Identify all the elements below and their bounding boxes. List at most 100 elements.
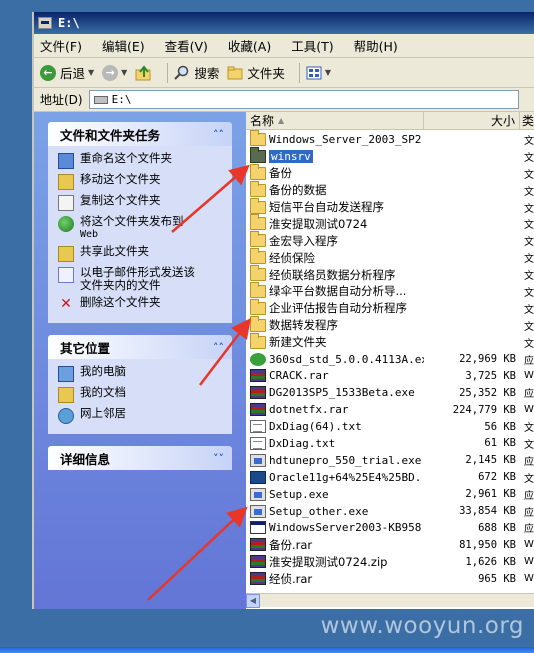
menu-edit[interactable]: 编辑(E): [102, 36, 145, 55]
file-name-text: 新建文件夹: [269, 335, 327, 350]
file-row[interactable]: 备份的数据 文: [246, 180, 534, 199]
my-computer-icon: [58, 366, 74, 382]
column-header-size[interactable]: 大小: [424, 112, 520, 129]
task-copy[interactable]: 复制这个文件夹: [58, 194, 224, 211]
file-rows: Windows_Server_2003_SP2... 文 winsrv 文备份文备份的…: [246, 129, 534, 587]
address-input[interactable]: E:\: [88, 90, 519, 109]
back-dropdown-icon[interactable]: ▼: [88, 68, 94, 77]
file-row[interactable]: DxDiag.txt 61 KB 文: [246, 435, 534, 452]
up-folder-button[interactable]: [135, 64, 153, 81]
file-row[interactable]: 淮安提取测试0724.zip 1,626 KB W: [246, 553, 534, 570]
file-row[interactable]: 经侦.rar 965 KB W: [246, 570, 534, 587]
other-places-header[interactable]: 其它位置 ˄˄: [48, 335, 232, 359]
file-name-text: DxDiag(64).txt: [269, 420, 362, 434]
task-rename[interactable]: 重命名这个文件夹: [58, 152, 224, 169]
task-share[interactable]: 共享此文件夹: [58, 245, 224, 262]
forward-dropdown-icon[interactable]: ▼: [121, 68, 127, 77]
file-row[interactable]: 360sd_std_5.0.0.4113A.exe 22,969 KB 应: [246, 351, 534, 368]
place-my-documents[interactable]: 我的文档: [58, 386, 224, 403]
title-bar[interactable]: E:\: [34, 12, 534, 34]
file-name: CRACK.rar: [269, 369, 424, 382]
views-dropdown-icon[interactable]: ▼: [325, 68, 331, 77]
file-row[interactable]: Windows_Server_2003_SP2... 文: [246, 129, 534, 148]
collapse-icon[interactable]: ˄˄: [213, 128, 224, 141]
file-row[interactable]: 企业评估报告自动分析程序 文: [246, 298, 534, 317]
file-row[interactable]: 短信平台自动发送程序 文: [246, 197, 534, 216]
task-label: 将这个文件夹发布到: [80, 214, 184, 228]
menu-bar: 文件(F) 编辑(E) 查看(V) 收藏(A) 工具(T) 帮助(H): [34, 34, 534, 58]
folder-icon: [250, 281, 266, 298]
details-title: 详细信息: [60, 451, 111, 467]
expand-icon[interactable]: ˅˅: [213, 452, 224, 465]
task-publish-web[interactable]: 将这个文件夹发布到 Web: [58, 215, 224, 241]
folder-icon: [250, 298, 266, 315]
file-name-text: 备份.rar: [269, 537, 313, 552]
file-row[interactable]: hdtunepro_550_trial.exe 2,145 KB 应: [246, 452, 534, 469]
file-size: 81,950 KB: [459, 538, 516, 551]
file-row[interactable]: 金宏导入程序 文: [246, 231, 534, 249]
file-row[interactable]: DG2013SP5_1533Beta.exe 25,352 KB 应: [246, 384, 534, 401]
menu-favorites[interactable]: 收藏(A): [228, 36, 271, 55]
file-row[interactable]: 数据转发程序 文: [246, 315, 534, 334]
file-type: W: [524, 404, 534, 416]
views-icon: [306, 66, 322, 79]
file-row[interactable]: 备份.rar 81,950 KB W: [246, 536, 534, 553]
back-arrow-icon: ←: [40, 64, 56, 81]
window-title: E:\: [58, 16, 80, 30]
file-row[interactable]: 淮安提取测试0724 文: [246, 214, 534, 232]
file-name: winsrv: [269, 149, 424, 163]
task-delete[interactable]: ✕ 删除这个文件夹: [58, 296, 224, 313]
column-header-type[interactable]: 类: [520, 112, 534, 129]
file-size: 3,725 KB: [465, 369, 516, 382]
file-row[interactable]: Oracle11g+64%25E4%25BD... 672 KB 文: [246, 469, 534, 486]
menu-view[interactable]: 查看(V): [165, 36, 208, 55]
task-email[interactable]: 以电子邮件形式发送该 文件夹内的文件: [58, 266, 224, 292]
folders-button[interactable]: 文件夹: [227, 63, 285, 82]
file-size: 61 KB: [484, 437, 516, 450]
file-name-text: WindowsServer2003-KB958...: [269, 521, 424, 535]
folder-icon: [250, 332, 266, 349]
file-row[interactable]: 经侦联络员数据分析程序 文: [246, 265, 534, 283]
file-row[interactable]: Setup_other.exe 33,854 KB 应: [246, 503, 534, 520]
place-network[interactable]: 网上邻居: [58, 407, 224, 424]
horizontal-scrollbar[interactable]: ◀: [246, 593, 534, 608]
task-sublabel: 文件夹内的文件: [80, 278, 161, 292]
file-name: 淮安提取测试0724.zip: [269, 554, 424, 570]
file-name: hdtunepro_550_trial.exe: [269, 454, 424, 467]
scroll-left-icon[interactable]: ◀: [246, 593, 260, 608]
file-row[interactable]: dotnetfx.rar 224,779 KB W: [246, 401, 534, 418]
file-name-text: 数据转发程序: [269, 318, 338, 333]
task-move[interactable]: 移动这个文件夹: [58, 173, 224, 190]
file-row[interactable]: DxDiag(64).txt 56 KB 文: [246, 418, 534, 435]
place-label: 我的电脑: [80, 364, 126, 378]
place-my-computer[interactable]: 我的电脑: [58, 365, 224, 382]
file-row[interactable]: CRACK.rar 3,725 KB W: [246, 367, 534, 384]
file-row[interactable]: 新建文件夹 文: [246, 332, 534, 351]
back-button[interactable]: ← 后退 ▼: [40, 63, 94, 82]
column-name-label: 名称: [250, 114, 275, 128]
file-row[interactable]: winsrv 文: [246, 146, 534, 165]
views-button[interactable]: ▼: [306, 66, 331, 80]
file-row[interactable]: WindowsServer2003-KB958... 688 KB 应: [246, 519, 534, 536]
file-name: Windows_Server_2003_SP2...: [269, 133, 424, 146]
file-row[interactable]: 绿伞平台数据自动分析导... 文: [246, 281, 534, 300]
search-button[interactable]: 搜索: [174, 63, 219, 82]
file-row[interactable]: 备份 文: [246, 163, 534, 182]
file-name-text: 备份: [269, 166, 292, 181]
menu-file[interactable]: 文件(F): [40, 36, 82, 55]
file-row[interactable]: 经侦保险 文: [246, 248, 534, 266]
menu-help[interactable]: 帮助(H): [354, 36, 398, 55]
menu-tools[interactable]: 工具(T): [291, 36, 333, 55]
column-type-label: 类: [522, 114, 534, 128]
rar-icon: [250, 403, 266, 417]
file-row[interactable]: Setup.exe 2,961 KB 应: [246, 486, 534, 503]
file-tasks-header[interactable]: 文件和文件夹任务 ˄˄: [48, 122, 232, 146]
file-size: 965 KB: [478, 572, 516, 585]
collapse-icon[interactable]: ˄˄: [213, 341, 224, 354]
details-header[interactable]: 详细信息 ˅˅: [48, 446, 232, 470]
address-bar: 地址(D) E:\: [34, 88, 534, 112]
column-header-name[interactable]: 名称 ▲: [246, 112, 424, 129]
watermark: www.wooyun.org: [320, 613, 524, 639]
win-icon: [250, 521, 266, 535]
forward-button[interactable]: → ▼: [102, 64, 127, 81]
